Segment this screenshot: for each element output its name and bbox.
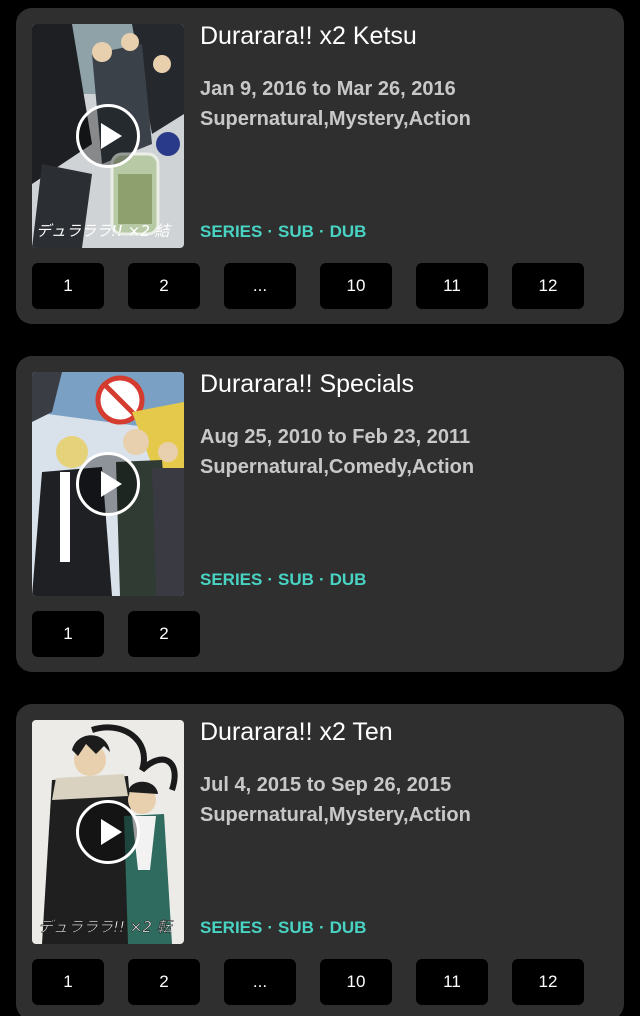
tag-dub: DUB: [329, 570, 367, 589]
anime-card[interactable]: Durarara!! Specials Aug 25, 2010 to Feb …: [16, 356, 624, 672]
separator-dot: ·: [318, 570, 325, 589]
play-button[interactable]: [76, 452, 140, 516]
tag-sub: SUB: [278, 570, 314, 589]
separator-dot: ·: [267, 570, 274, 589]
tag-dub: DUB: [329, 222, 367, 241]
separator-dot: ·: [318, 918, 325, 937]
anime-list: デュラララ!! ×2 結 Durarara!! x2 Ketsu Jan 9, …: [0, 0, 640, 1016]
anime-card[interactable]: デュラララ!! ×2 転 Durarara!! x2 Ten Jul 4, 20…: [16, 704, 624, 1016]
format-tags: SERIES · SUB · DUB: [200, 570, 366, 590]
play-button[interactable]: [76, 800, 140, 864]
poster-image[interactable]: デュラララ!! ×2 結: [32, 24, 184, 248]
tag-series: SERIES: [200, 222, 263, 241]
episode-ellipsis-button[interactable]: ...: [224, 959, 296, 1005]
genres: Supernatural,Comedy,Action: [200, 456, 475, 478]
air-dates: Aug 25, 2010 to Feb 23, 2011: [200, 426, 471, 448]
anime-title[interactable]: Durarara!! x2 Ketsu: [200, 22, 417, 51]
episode-ellipsis-button[interactable]: ...: [224, 263, 296, 309]
separator-dot: ·: [318, 222, 325, 241]
episode-button[interactable]: 2: [128, 959, 200, 1005]
air-dates: Jan 9, 2016 to Mar 26, 2016: [200, 78, 456, 100]
tag-sub: SUB: [278, 222, 314, 241]
episode-button[interactable]: 2: [128, 263, 200, 309]
episode-button[interactable]: 10: [320, 263, 392, 309]
episode-button[interactable]: 10: [320, 959, 392, 1005]
anime-title[interactable]: Durarara!! x2 Ten: [200, 718, 393, 747]
episode-button[interactable]: 2: [128, 611, 200, 657]
episode-button[interactable]: 12: [512, 959, 584, 1005]
play-icon: [101, 123, 122, 149]
format-tags: SERIES · SUB · DUB: [200, 918, 366, 938]
poster-logo-text: デュラララ!! ×2 転: [38, 918, 174, 936]
tag-series: SERIES: [200, 918, 263, 937]
episode-button[interactable]: 11: [416, 959, 488, 1005]
genres: Supernatural,Mystery,Action: [200, 108, 471, 130]
anime-title[interactable]: Durarara!! Specials: [200, 370, 414, 399]
episode-button[interactable]: 1: [32, 611, 104, 657]
anime-card[interactable]: デュラララ!! ×2 結 Durarara!! x2 Ketsu Jan 9, …: [16, 8, 624, 324]
format-tags: SERIES · SUB · DUB: [200, 222, 366, 242]
episode-button[interactable]: 1: [32, 959, 104, 1005]
tag-series: SERIES: [200, 570, 263, 589]
tag-dub: DUB: [329, 918, 367, 937]
poster-image[interactable]: デュラララ!! ×2 転: [32, 720, 184, 944]
episode-button[interactable]: 1: [32, 263, 104, 309]
tag-sub: SUB: [278, 918, 314, 937]
episode-button[interactable]: 11: [416, 263, 488, 309]
separator-dot: ·: [267, 918, 274, 937]
poster-image[interactable]: [32, 372, 184, 596]
separator-dot: ·: [267, 222, 274, 241]
genres: Supernatural,Mystery,Action: [200, 804, 471, 826]
poster-logo-text: デュラララ!! ×2 結: [36, 222, 172, 240]
play-icon: [101, 819, 122, 845]
air-dates: Jul 4, 2015 to Sep 26, 2015: [200, 774, 452, 796]
play-icon: [101, 471, 122, 497]
play-button[interactable]: [76, 104, 140, 168]
episode-button[interactable]: 12: [512, 263, 584, 309]
